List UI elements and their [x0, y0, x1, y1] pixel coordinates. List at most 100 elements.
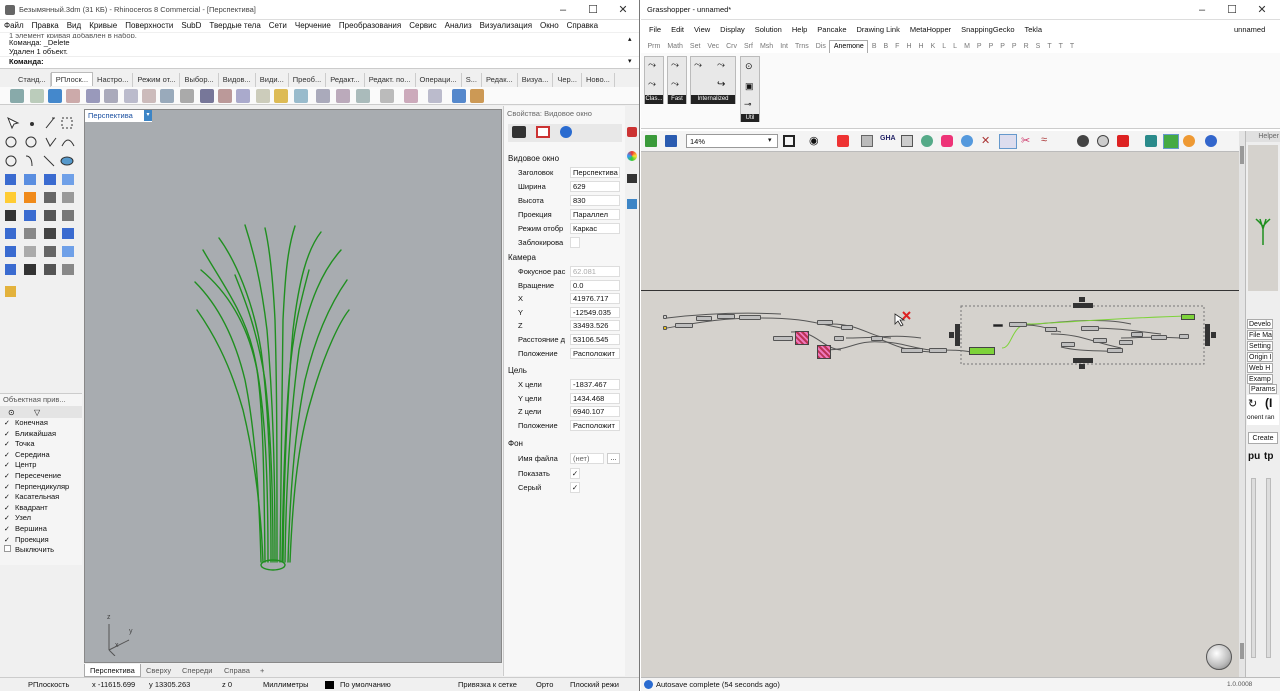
- preview-shaded-icon[interactable]: [1077, 135, 1089, 147]
- gh-tab[interactable]: H: [903, 41, 915, 53]
- checkbox-checked-icon[interactable]: ✓: [4, 526, 11, 533]
- materials-icon[interactable]: [627, 151, 637, 161]
- osnap-item[interactable]: ✓ Узел: [0, 513, 82, 524]
- gray-checkbox[interactable]: ✓: [570, 482, 580, 493]
- preview-wire-icon[interactable]: [1097, 135, 1109, 147]
- show-checkbox[interactable]: ✓: [570, 468, 580, 479]
- mesh-icon[interactable]: [1145, 135, 1157, 147]
- gh-tab[interactable]: P: [997, 41, 1009, 53]
- checkbox-checked-icon[interactable]: ✓: [4, 494, 11, 501]
- toolbar-tab[interactable]: Редак...: [482, 73, 518, 87]
- paint-icon[interactable]: [837, 135, 849, 147]
- cplane-tool-icon[interactable]: [274, 89, 288, 103]
- sphere-icon[interactable]: [1205, 135, 1217, 147]
- cplane-tool-icon[interactable]: [218, 89, 232, 103]
- tool-icon[interactable]: [901, 135, 913, 147]
- viewport-tab-right[interactable]: Справа: [224, 664, 250, 677]
- menu-transform[interactable]: Преобразования: [335, 20, 405, 31]
- error-component[interactable]: [817, 345, 831, 359]
- osnap-item[interactable]: ✓ Касательная: [0, 492, 82, 503]
- gh-minimize-button[interactable]: –: [1187, 0, 1217, 20]
- helper-item[interactable]: Develo: [1247, 319, 1273, 329]
- viewport-tab-front[interactable]: Спереди: [182, 664, 212, 677]
- scroll-up-icon[interactable]: ▴: [628, 35, 632, 43]
- error-component[interactable]: [795, 331, 809, 345]
- helper-item[interactable]: File Ma: [1247, 330, 1273, 340]
- fast-start-icon[interactable]: ⤳: [671, 60, 679, 71]
- menu-solids[interactable]: Твердые тела: [205, 20, 264, 31]
- menu-render[interactable]: Визуализация: [476, 20, 536, 31]
- gh-tab[interactable]: T: [1055, 41, 1066, 53]
- gh-tab[interactable]: K: [927, 41, 939, 53]
- prop-row[interactable]: Вращение 0.0: [506, 279, 620, 292]
- display-icon[interactable]: [627, 174, 637, 183]
- toolbar-tab[interactable]: Визуа...: [518, 73, 554, 87]
- document-icon[interactable]: [1183, 135, 1195, 147]
- internal-rec-icon[interactable]: ↪: [717, 79, 725, 90]
- cplane-tool-icon[interactable]: [86, 89, 100, 103]
- command-prompt[interactable]: Команда:: [0, 56, 639, 66]
- gh-component[interactable]: [1045, 327, 1057, 332]
- cplane-tool-icon[interactable]: [256, 89, 270, 103]
- gh-component[interactable]: [1107, 348, 1123, 353]
- prop-row[interactable]: Положение Расположит: [506, 348, 620, 360]
- gh-tab[interactable]: Dis: [812, 41, 829, 53]
- prop-row[interactable]: Фокусное рас 62.081: [506, 266, 620, 278]
- gh-component[interactable]: [1061, 342, 1075, 347]
- zoom-dropdown[interactable]: 14% ▾: [686, 134, 778, 148]
- cplane-tool-icon[interactable]: [10, 89, 24, 103]
- gh-component[interactable]: [1119, 340, 1133, 345]
- osnap-item[interactable]: ✓ Перпендикуляр: [0, 482, 82, 493]
- gh-component[interactable]: [696, 316, 712, 321]
- gh-tab[interactable]: Int: [777, 41, 792, 53]
- toolbar-tab[interactable]: Выбор...: [180, 73, 219, 87]
- wire-display-icon[interactable]: ✂: [1021, 134, 1030, 147]
- checkbox-checked-icon[interactable]: ✓: [4, 431, 11, 438]
- prop-row[interactable]: Режим отобр Каркас: [506, 223, 620, 235]
- gh-menu-display[interactable]: Display: [715, 21, 750, 39]
- prop-row[interactable]: Z 33493.526: [506, 320, 620, 332]
- loop-start-icon[interactable]: ⤳: [648, 60, 656, 71]
- menu-tools[interactable]: Сервис: [405, 20, 440, 31]
- perspective-viewport[interactable]: Перспектива ▾ z y x: [84, 109, 502, 663]
- helper-item[interactable]: Setting: [1247, 341, 1273, 351]
- gh-menu-edit[interactable]: Edit: [666, 21, 689, 39]
- checkbox-checked-icon[interactable]: ✓: [4, 420, 11, 427]
- tool-icon[interactable]: [941, 135, 953, 147]
- gh-menu-file[interactable]: File: [644, 21, 666, 39]
- viewport-frame-icon[interactable]: [536, 126, 550, 138]
- prop-row[interactable]: X цели -1837.467: [506, 379, 620, 391]
- internal-end-icon[interactable]: ⤳: [717, 60, 725, 71]
- gh-tab-active[interactable]: Anemone: [829, 40, 869, 53]
- vscroll-thumb[interactable]: [1240, 146, 1244, 164]
- gh-component[interactable]: [841, 325, 853, 330]
- cplane-tool-icon[interactable]: [404, 89, 418, 103]
- gh-component[interactable]: [739, 315, 761, 320]
- cluster-handle-bottom[interactable]: [1073, 358, 1093, 370]
- scroll-down-icon[interactable]: ▾: [628, 57, 632, 65]
- helper-item[interactable]: Web H: [1247, 363, 1273, 373]
- gh-tab[interactable]: M: [961, 41, 974, 53]
- gh-tab[interactable]: Prm: [644, 41, 664, 53]
- osnap-item[interactable]: ✓ Проекция: [0, 535, 82, 546]
- gh-component[interactable]: [1093, 338, 1107, 343]
- cplane-tool-icon[interactable]: [104, 89, 118, 103]
- prop-row[interactable]: Y цели 1434.468: [506, 392, 620, 405]
- gh-tab[interactable]: T: [1044, 41, 1055, 53]
- gh-component[interactable]: [1081, 326, 1099, 331]
- gh-tab[interactable]: T: [1066, 41, 1077, 53]
- prop-row[interactable]: Расстояние д 53106.545: [506, 333, 620, 346]
- osnap-funnel-icon[interactable]: ▽: [34, 408, 40, 417]
- status-layer[interactable]: По умолчанию: [340, 678, 391, 691]
- status-ortho[interactable]: Орто: [536, 678, 553, 691]
- gh-component[interactable]: [993, 324, 1003, 327]
- osnap-item[interactable]: ✓ Конечная: [0, 418, 82, 429]
- gh-tab[interactable]: P: [1008, 41, 1020, 53]
- gh-maximize-button[interactable]: ☐: [1217, 0, 1247, 20]
- gh-component[interactable]: [871, 336, 883, 341]
- cplane-tool-icon[interactable]: [180, 89, 194, 103]
- menu-help[interactable]: Справка: [563, 20, 602, 31]
- cplane-tool-icon[interactable]: [236, 89, 250, 103]
- preview-eye-icon[interactable]: ◉: [809, 134, 819, 147]
- cplane-tool-icon[interactable]: [452, 89, 466, 103]
